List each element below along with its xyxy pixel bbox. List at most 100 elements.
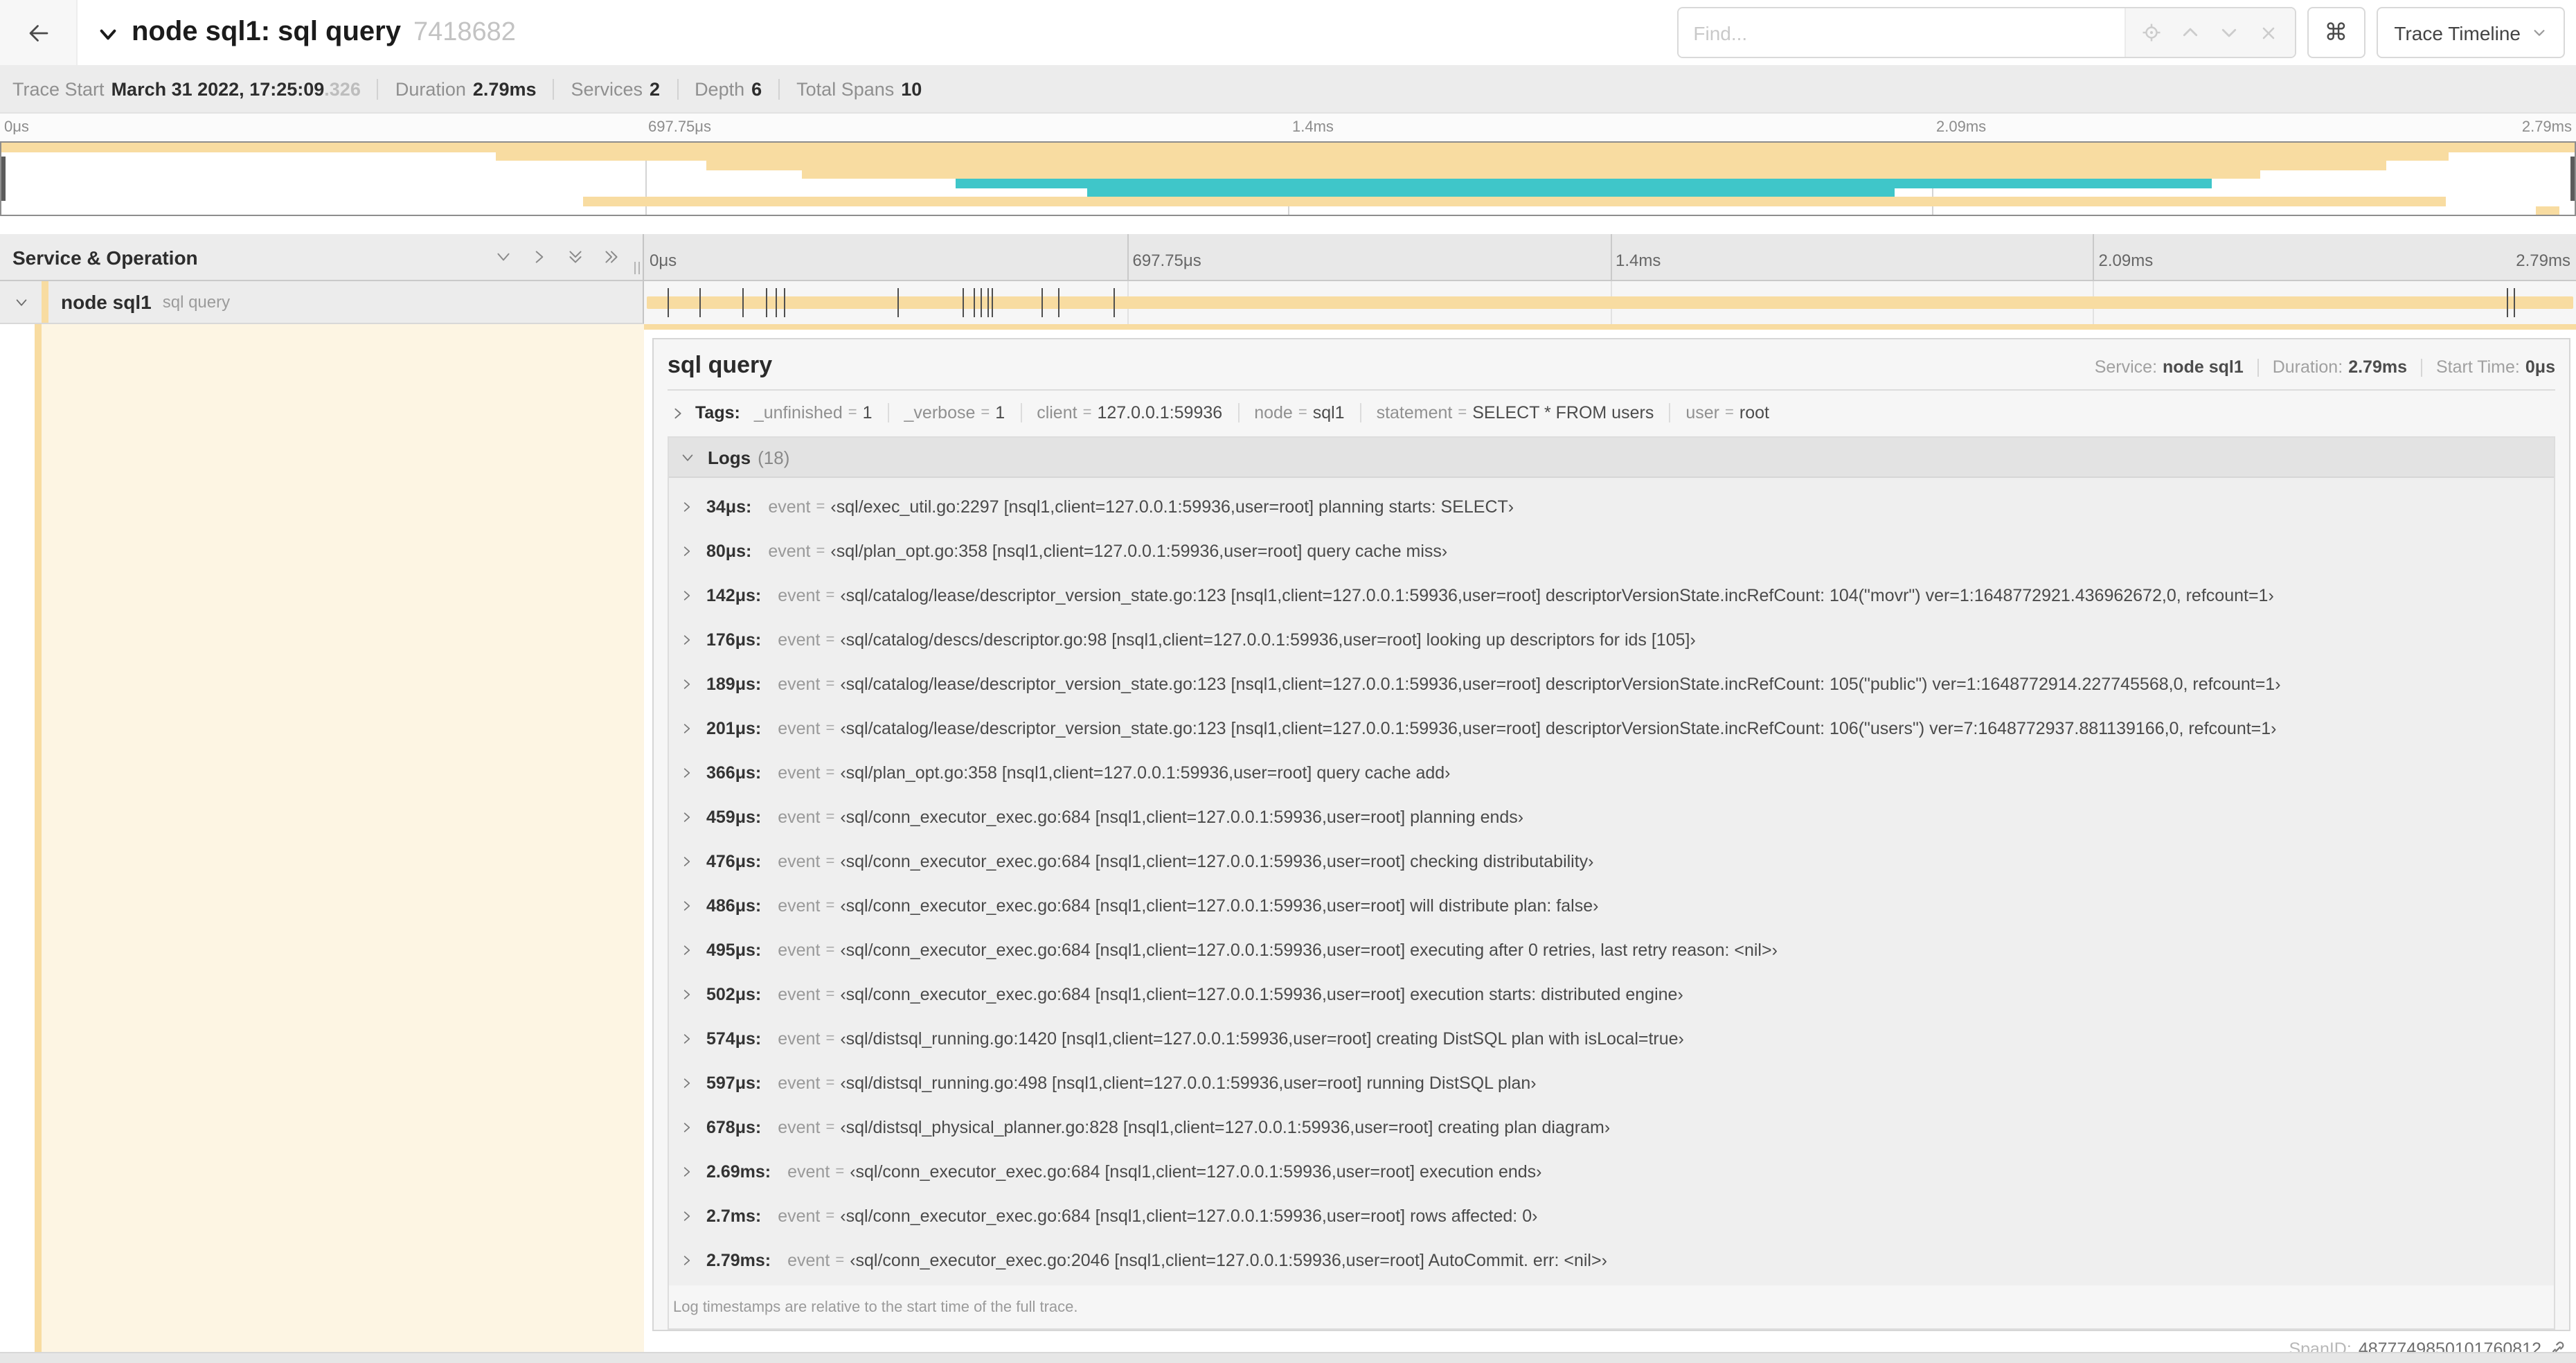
log-message: ‹sql/distsql_physical_planner.go:828 [ns… (840, 1118, 1611, 1137)
trace-info-label: Trace Start (12, 78, 105, 99)
trace-info-value: 2.79ms (472, 78, 537, 99)
log-row[interactable]: 476μs: event = ‹sql/conn_executor_exec.g… (669, 839, 2554, 884)
span-duration-bar[interactable] (647, 296, 2573, 309)
log-field-key: event (778, 852, 821, 871)
log-event-tick (987, 288, 988, 317)
log-expand-chevron-icon[interactable] (680, 633, 694, 647)
log-expand-chevron-icon[interactable] (680, 988, 694, 1001)
back-button[interactable] (0, 0, 78, 65)
log-expand-chevron-icon[interactable] (680, 1121, 694, 1134)
log-equals: = (825, 587, 835, 604)
span-row-bar-cell[interactable] (644, 281, 2576, 324)
minimap-left-handle[interactable] (1, 157, 6, 201)
log-row[interactable]: 2.7ms: event = ‹sql/conn_executor_exec.g… (669, 1194, 2554, 1238)
log-timestamp: 34μs: (706, 497, 752, 517)
minimap-right-handle[interactable] (2570, 157, 2575, 201)
page-title: node sql1: sql query (132, 17, 401, 47)
minimap-tick-label: 1.4ms (1292, 119, 1334, 136)
log-expand-chevron-icon[interactable] (680, 677, 694, 691)
overview-label: Start Time: (2436, 357, 2520, 377)
expand-one-icon[interactable] (530, 248, 548, 266)
log-message: ‹sql/catalog/lease/descriptor_version_st… (840, 719, 2277, 738)
log-equals: = (825, 676, 835, 693)
log-row[interactable]: 142μs: event = ‹sql/catalog/lease/descri… (669, 573, 2554, 618)
locate-icon[interactable] (2134, 15, 2170, 51)
tags-expand-chevron-icon[interactable] (670, 405, 686, 420)
collapse-trace-chevron-icon[interactable] (97, 23, 119, 45)
log-row[interactable]: 201μs: event = ‹sql/catalog/lease/descri… (669, 706, 2554, 751)
view-selector-button[interactable]: Trace Timeline (2376, 7, 2565, 58)
collapse-one-icon[interactable] (494, 248, 512, 266)
keyboard-shortcuts-button[interactable]: ⌘ (2307, 7, 2365, 58)
logs-collapse-chevron-icon[interactable] (680, 449, 695, 465)
log-row[interactable]: 486μs: event = ‹sql/conn_executor_exec.g… (669, 884, 2554, 928)
log-event-tick (667, 288, 669, 317)
log-field-key: event (778, 808, 821, 827)
log-expand-chevron-icon[interactable] (680, 1032, 694, 1046)
logs-header[interactable]: Logs (18) (669, 438, 2554, 478)
log-row[interactable]: 597μs: event = ‹sql/distsql_running.go:4… (669, 1061, 2554, 1105)
overview-value: node sql1 (2163, 357, 2244, 377)
log-row[interactable]: 189μs: event = ‹sql/catalog/lease/descri… (669, 662, 2554, 706)
logs-footnote: Log timestamps are relative to the start… (673, 1299, 1078, 1316)
log-message: ‹sql/catalog/descs/descriptor.go:98 [nsq… (840, 630, 1696, 650)
log-expand-chevron-icon[interactable] (680, 1209, 694, 1223)
trace-info-label: Total Spans (796, 78, 895, 99)
log-row[interactable]: 2.69ms: event = ‹sql/conn_executor_exec.… (669, 1150, 2554, 1194)
log-row[interactable]: 678μs: event = ‹sql/distsql_physical_pla… (669, 1105, 2554, 1150)
minimap-canvas[interactable] (0, 141, 2576, 216)
divider (887, 403, 889, 422)
span-service-name: node sql1 (61, 291, 152, 313)
log-expand-chevron-icon[interactable] (680, 589, 694, 603)
log-event-tick (962, 288, 963, 317)
minimap-tick-label: 0μs (4, 119, 29, 136)
log-timestamp: 176μs: (706, 630, 762, 650)
log-row[interactable]: 80μs: event = ‹sql/plan_opt.go:358 [nsql… (669, 529, 2554, 573)
log-expand-chevron-icon[interactable] (680, 1165, 694, 1179)
tag-value: root (1739, 403, 1769, 422)
collapse-all-icon[interactable] (566, 248, 584, 266)
span-collapse-chevron-icon[interactable] (14, 294, 29, 310)
find-input[interactable] (1678, 8, 2125, 57)
log-expand-chevron-icon[interactable] (680, 500, 694, 514)
log-row[interactable]: 459μs: event = ‹sql/conn_executor_exec.g… (669, 795, 2554, 839)
tag-value: 127.0.0.1:59936 (1097, 403, 1223, 422)
log-equals: = (825, 765, 835, 781)
log-equals: = (825, 898, 835, 914)
log-expand-chevron-icon[interactable] (680, 810, 694, 824)
log-equals: = (825, 853, 835, 870)
log-event-tick (742, 288, 744, 317)
minimap-tick-label: 2.09ms (1936, 119, 1987, 136)
log-timestamp: 486μs: (706, 896, 762, 916)
log-expand-chevron-icon[interactable] (680, 544, 694, 558)
span-row-name-cell[interactable]: node sql1 sql query (0, 281, 644, 324)
tags-row[interactable]: Tags: _unfinished = 1 _verbose = 1 client = 127.… (668, 391, 2555, 434)
log-row[interactable]: 502μs: event = ‹sql/conn_executor_exec.g… (669, 972, 2554, 1017)
log-expand-chevron-icon[interactable] (680, 766, 694, 780)
expand-all-icon[interactable] (602, 248, 620, 266)
log-row[interactable]: 495μs: event = ‹sql/conn_executor_exec.g… (669, 928, 2554, 972)
log-row[interactable]: 574μs: event = ‹sql/distsql_running.go:1… (669, 1017, 2554, 1061)
log-timestamp: 476μs: (706, 852, 762, 871)
log-row[interactable]: 2.79ms: event = ‹sql/conn_executor_exec.… (669, 1238, 2554, 1283)
next-result-icon[interactable] (2211, 15, 2247, 51)
log-row[interactable]: 366μs: event = ‹sql/plan_opt.go:358 [nsq… (669, 751, 2554, 795)
log-expand-chevron-icon[interactable] (680, 943, 694, 957)
log-expand-chevron-icon[interactable] (680, 722, 694, 736)
minimap-span-bar (2536, 206, 2559, 215)
log-equals: = (825, 809, 835, 826)
prev-result-icon[interactable] (2172, 15, 2208, 51)
log-expand-chevron-icon[interactable] (680, 855, 694, 868)
log-row[interactable]: 176μs: event = ‹sql/catalog/descs/descri… (669, 618, 2554, 662)
clear-search-icon[interactable] (2250, 15, 2286, 51)
log-field-key: event (787, 1162, 830, 1182)
column-resize-grip[interactable] (634, 262, 640, 274)
log-expand-chevron-icon[interactable] (680, 1076, 694, 1090)
log-expand-chevron-icon[interactable] (680, 899, 694, 913)
log-expand-chevron-icon[interactable] (680, 1254, 694, 1267)
minimap-span-bar (582, 197, 2447, 206)
timeline-column-header: Service & Operation 0μs 697.75μs 1.4ms 2.09… (0, 234, 2576, 281)
span-row[interactable]: node sql1 sql query (0, 281, 2576, 324)
log-field-key: event (778, 719, 821, 738)
log-row[interactable]: 34μs: event = ‹sql/exec_util.go:2297 [ns… (669, 485, 2554, 529)
